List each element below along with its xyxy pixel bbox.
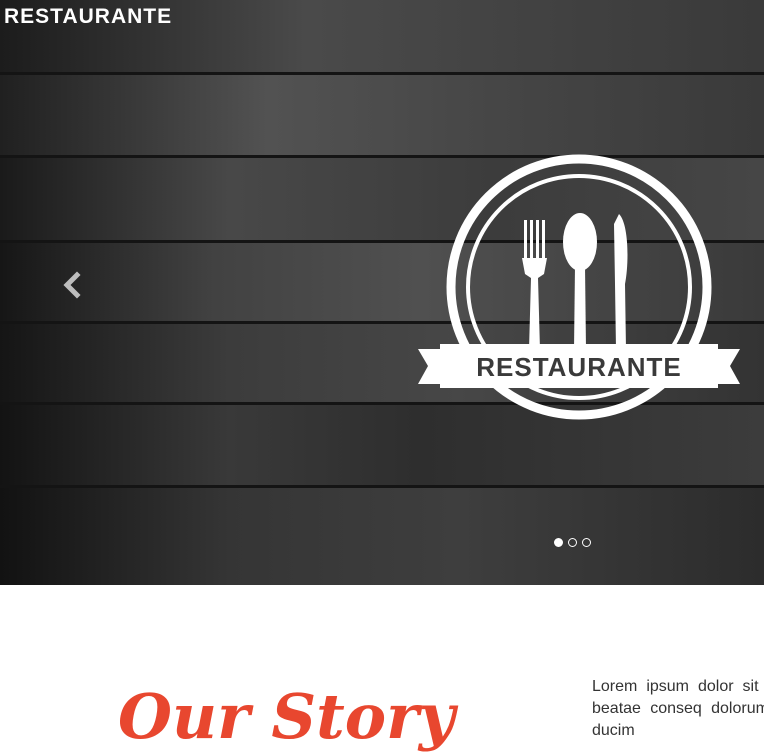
wood-plank — [0, 488, 764, 585]
story-title: Our Story — [118, 680, 455, 753]
wood-plank — [0, 75, 764, 158]
story-paragraph: Lorem ipsum dolor sit autem beatae conse… — [592, 678, 764, 739]
slider-prev-button[interactable] — [56, 268, 90, 302]
slider-pagination — [554, 538, 591, 547]
knife-icon — [614, 214, 628, 350]
spoon-icon — [563, 213, 597, 350]
story-text-block: Lorem ipsum dolor sit autem beatae conse… — [592, 676, 764, 747]
site-logo[interactable]: RESTAURANTE — [4, 5, 172, 29]
slide-dot-2[interactable] — [568, 538, 577, 547]
slide-dot-1[interactable] — [554, 538, 563, 547]
chevron-left-icon — [63, 271, 81, 299]
hero-slider: RESTAURANTE RESTAURANTE — [0, 0, 764, 585]
fork-icon — [522, 220, 547, 350]
emblem-label: RESTAURANTE — [476, 352, 682, 382]
restaurant-emblem: RESTAURANTE — [418, 154, 740, 420]
slide-dot-3[interactable] — [582, 538, 591, 547]
